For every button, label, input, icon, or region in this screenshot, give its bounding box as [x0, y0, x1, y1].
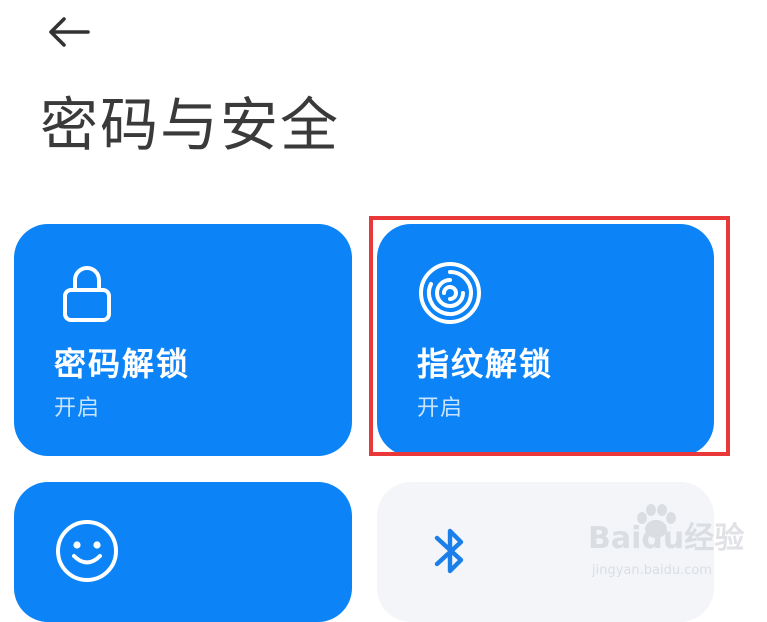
password-unlock-card[interactable]: 密码解锁 开启	[14, 224, 352, 456]
smiley-face-icon	[56, 520, 118, 582]
fingerprint-unlock-card[interactable]: 指纹解锁 开启	[377, 224, 714, 456]
watermark-url: jingyan.baidu.com	[592, 563, 712, 578]
password-unlock-title: 密码解锁	[54, 345, 191, 383]
fingerprint-unlock-status: 开启	[417, 396, 464, 421]
watermark-brand: Baidu经验	[588, 521, 745, 556]
fingerprint-icon	[419, 262, 481, 324]
fingerprint-unlock-title: 指纹解锁	[417, 345, 554, 383]
back-arrow-icon	[49, 17, 90, 47]
face-unlock-card[interactable]	[14, 482, 352, 622]
lock-icon	[63, 266, 111, 322]
watermark: Baidu经验 jingyan.baidu.com	[588, 504, 760, 590]
page-title: 密码与安全	[40, 91, 341, 159]
bluetooth-icon	[434, 528, 464, 574]
back-button[interactable]	[40, 10, 100, 54]
password-unlock-status: 开启	[54, 396, 101, 421]
